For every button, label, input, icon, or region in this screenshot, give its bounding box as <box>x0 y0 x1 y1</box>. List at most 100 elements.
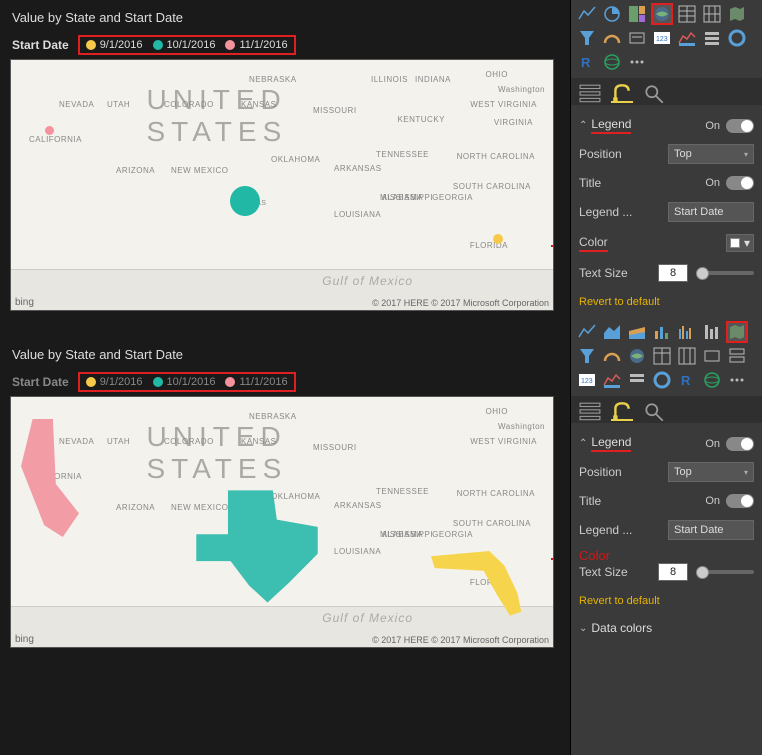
revert-to-default-link[interactable]: Revert to default <box>579 587 754 613</box>
viz-funnel-icon[interactable] <box>577 346 597 366</box>
tab-fields-icon[interactable] <box>579 83 601 103</box>
state-label: CALIFORNIA <box>29 135 82 144</box>
viz-line-chart-icon[interactable] <box>577 322 597 342</box>
state-label: OKLAHOMA <box>271 492 320 501</box>
viz-more-icon[interactable] <box>727 370 747 390</box>
section-title[interactable]: Data colors <box>591 621 652 635</box>
viz-matrix-icon[interactable] <box>677 346 697 366</box>
viz-funnel-icon[interactable] <box>577 28 597 48</box>
viz-table-icon[interactable] <box>677 4 697 24</box>
viz-treemap-icon[interactable] <box>627 4 647 24</box>
viz-gauge-icon[interactable] <box>602 346 622 366</box>
tab-format-icon[interactable] <box>611 401 633 421</box>
viz-multi-row-card-icon[interactable] <box>677 28 697 48</box>
viz-arcgis-icon[interactable] <box>602 52 622 72</box>
position-dropdown[interactable]: Top▾ <box>668 144 754 164</box>
textsize-slider[interactable] <box>696 570 754 574</box>
section-title[interactable]: Legend <box>591 435 631 452</box>
state-label: ARIZONA <box>116 503 155 512</box>
viz-bar-chart-icon[interactable] <box>652 322 672 342</box>
bubble-texas[interactable] <box>230 186 260 216</box>
viz-kpi-icon[interactable]: 123 <box>577 370 597 390</box>
viz-card-icon[interactable] <box>702 346 722 366</box>
state-label: WEST VIRGINIA <box>470 437 537 446</box>
color-picker[interactable]: ▾ <box>726 234 754 252</box>
viz-pie-chart-icon[interactable] <box>602 4 622 24</box>
viz-area-chart-icon[interactable] <box>602 322 622 342</box>
legend-item[interactable]: 11/1/2016 <box>225 376 287 388</box>
tab-fields-icon[interactable] <box>579 401 601 421</box>
tab-analytics-icon[interactable] <box>643 401 665 421</box>
textsize-input[interactable]: 8 <box>658 264 688 282</box>
bing-logo: bing <box>15 297 34 308</box>
position-dropdown[interactable]: Top▾ <box>668 462 754 482</box>
viz-combo-icon[interactable] <box>602 370 622 390</box>
map-canvas[interactable]: UNITED STATES OHIO Washington WEST VIRGI… <box>10 396 554 648</box>
viz-more-icon[interactable] <box>627 52 647 72</box>
viz-donut-icon[interactable] <box>727 28 747 48</box>
title-toggle[interactable] <box>726 494 754 508</box>
viz-arcgis-icon[interactable] <box>702 370 722 390</box>
viz-donut-icon[interactable] <box>652 370 672 390</box>
svg-text:R: R <box>681 373 691 388</box>
visualization-picker: 123 R <box>571 0 762 78</box>
viz-filled-map-icon[interactable] <box>727 4 747 24</box>
viz-matrix-icon[interactable] <box>702 4 722 24</box>
legend-toggle[interactable] <box>726 119 754 133</box>
viz-slicer-icon[interactable] <box>627 370 647 390</box>
viz-r-icon[interactable]: R <box>577 52 597 72</box>
chevron-up-icon[interactable]: ⌃ <box>579 120 587 131</box>
bubble-california[interactable] <box>45 126 54 135</box>
chevron-up-icon[interactable]: ⌃ <box>579 438 587 449</box>
state-label: GEORGIA <box>432 193 473 202</box>
state-label: COLORADO <box>164 437 214 446</box>
textsize-input[interactable]: 8 <box>658 563 688 581</box>
viz-table-icon[interactable] <box>652 346 672 366</box>
legend-item[interactable]: 10/1/2016 <box>153 376 216 388</box>
viz-stacked-area-icon[interactable] <box>627 322 647 342</box>
viz-globe-icon[interactable] <box>627 346 647 366</box>
revert-to-default-link[interactable]: Revert to default <box>579 288 754 314</box>
chevron-down-icon[interactable]: ⌄ <box>579 623 587 634</box>
legend-dot-icon <box>153 40 163 50</box>
state-label: INDIANA <box>415 75 451 84</box>
callout-arrow-icon <box>551 238 554 254</box>
bing-logo: bing <box>15 634 34 645</box>
legend-toggle[interactable] <box>726 437 754 451</box>
legend-item[interactable]: 10/1/2016 <box>153 39 216 51</box>
viz-multi-row-card-icon[interactable] <box>727 346 747 366</box>
viz-kpi-icon[interactable]: 123 <box>652 28 672 48</box>
viz-clustered-bar-icon[interactable] <box>677 322 697 342</box>
pane-tabs <box>571 78 762 105</box>
legend-dot-icon <box>86 377 96 387</box>
textsize-slider[interactable] <box>696 271 754 275</box>
tab-analytics-icon[interactable] <box>643 83 665 103</box>
legend-item[interactable]: 9/1/2016 <box>86 39 143 51</box>
legendname-input[interactable]: Start Date <box>668 520 754 540</box>
gulf-label: Gulf of Mexico <box>322 611 413 625</box>
viz-slicer-icon[interactable] <box>702 28 722 48</box>
state-label: LOUISIANA <box>334 210 381 219</box>
legend-item[interactable]: 9/1/2016 <box>86 376 143 388</box>
bubble-florida[interactable] <box>493 234 503 244</box>
legend-dot-icon <box>225 40 235 50</box>
legend-item[interactable]: 11/1/2016 <box>225 39 287 51</box>
title-toggle[interactable] <box>726 176 754 190</box>
viz-map-icon[interactable] <box>652 4 672 24</box>
legend-label: Start Date <box>12 375 69 389</box>
viz-r-icon[interactable]: R <box>677 370 697 390</box>
viz-line-chart-icon[interactable] <box>577 4 597 24</box>
viz-column-chart-icon[interactable] <box>702 322 722 342</box>
tab-format-icon[interactable] <box>611 83 633 103</box>
legendname-input[interactable]: Start Date <box>668 202 754 222</box>
visualization-picker: 123 R <box>571 318 762 396</box>
legend-items-box: 9/1/2016 10/1/2016 11/1/2016 <box>78 35 296 55</box>
viz-gauge-icon[interactable] <box>602 28 622 48</box>
viz-card-icon[interactable] <box>627 28 647 48</box>
map-canvas[interactable]: UNITED STATES OHIO Washington WEST VIRGI… <box>10 59 554 311</box>
section-title[interactable]: Legend <box>591 117 631 134</box>
state-label: LOUISIANA <box>334 547 381 556</box>
viz-filled-map-icon[interactable] <box>727 322 747 342</box>
state-label: ARKANSAS <box>334 164 382 173</box>
state-label: Washington <box>498 85 545 94</box>
